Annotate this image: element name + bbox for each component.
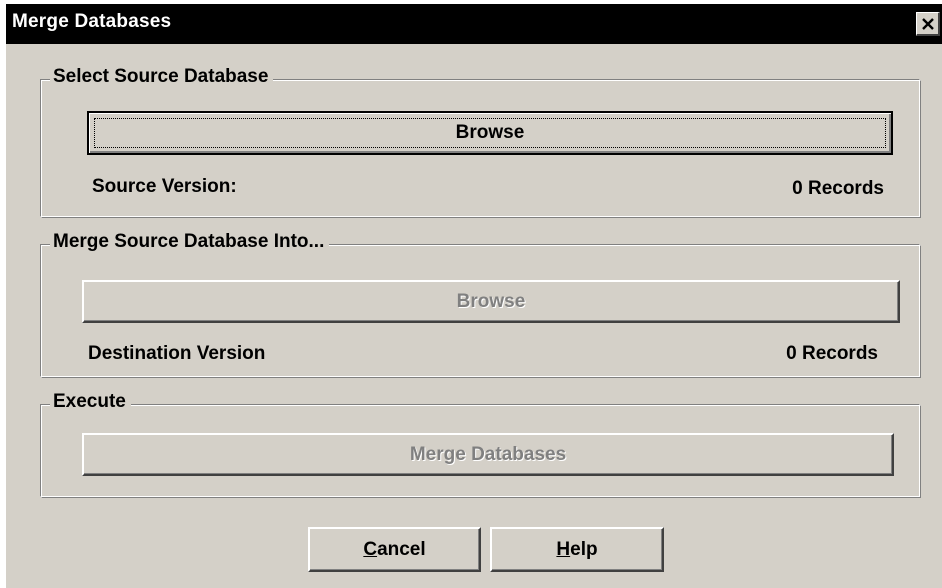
destination-database-group: Merge Source Database Into... Browse Des… (40, 231, 921, 378)
destination-browse-button[interactable]: Browse (82, 280, 900, 323)
help-mnemonic: H (556, 538, 571, 560)
dialog-title: Merge Databases (12, 11, 172, 32)
destination-version-label: Destination Version (88, 343, 266, 364)
title-bar[interactable]: Merge Databases (6, 4, 942, 44)
source-version-label: Source Version: (92, 176, 237, 197)
cancel-label: Cancel (363, 539, 425, 561)
focus-ring (94, 118, 886, 148)
source-records-count: 0 Records (792, 178, 884, 199)
destination-group-legend: Merge Source Database Into... (50, 231, 330, 253)
merge-databases-button[interactable]: Merge Databases (82, 433, 894, 476)
cancel-mnemonic: C (363, 538, 378, 560)
execute-group: Execute Merge Databases (40, 391, 921, 498)
help-button[interactable]: Help (490, 527, 664, 572)
help-label-rest: elp (570, 538, 598, 560)
cancel-button[interactable]: Cancel (308, 527, 481, 572)
source-browse-button[interactable]: Browse (87, 111, 893, 155)
destination-browse-label: Browse (456, 290, 526, 312)
execute-group-legend: Execute (50, 391, 131, 413)
destination-records-count: 0 Records (786, 343, 878, 364)
close-button[interactable] (916, 12, 940, 36)
help-label: Help (556, 539, 597, 561)
cancel-label-rest: ancel (377, 538, 426, 560)
merge-databases-dialog: Merge Databases Select Source Database B… (4, 2, 942, 588)
source-database-group: Select Source Database Browse Source Ver… (40, 66, 921, 218)
source-group-legend: Select Source Database (50, 66, 274, 88)
merge-databases-label: Merge Databases (409, 443, 567, 465)
close-icon (922, 18, 934, 30)
